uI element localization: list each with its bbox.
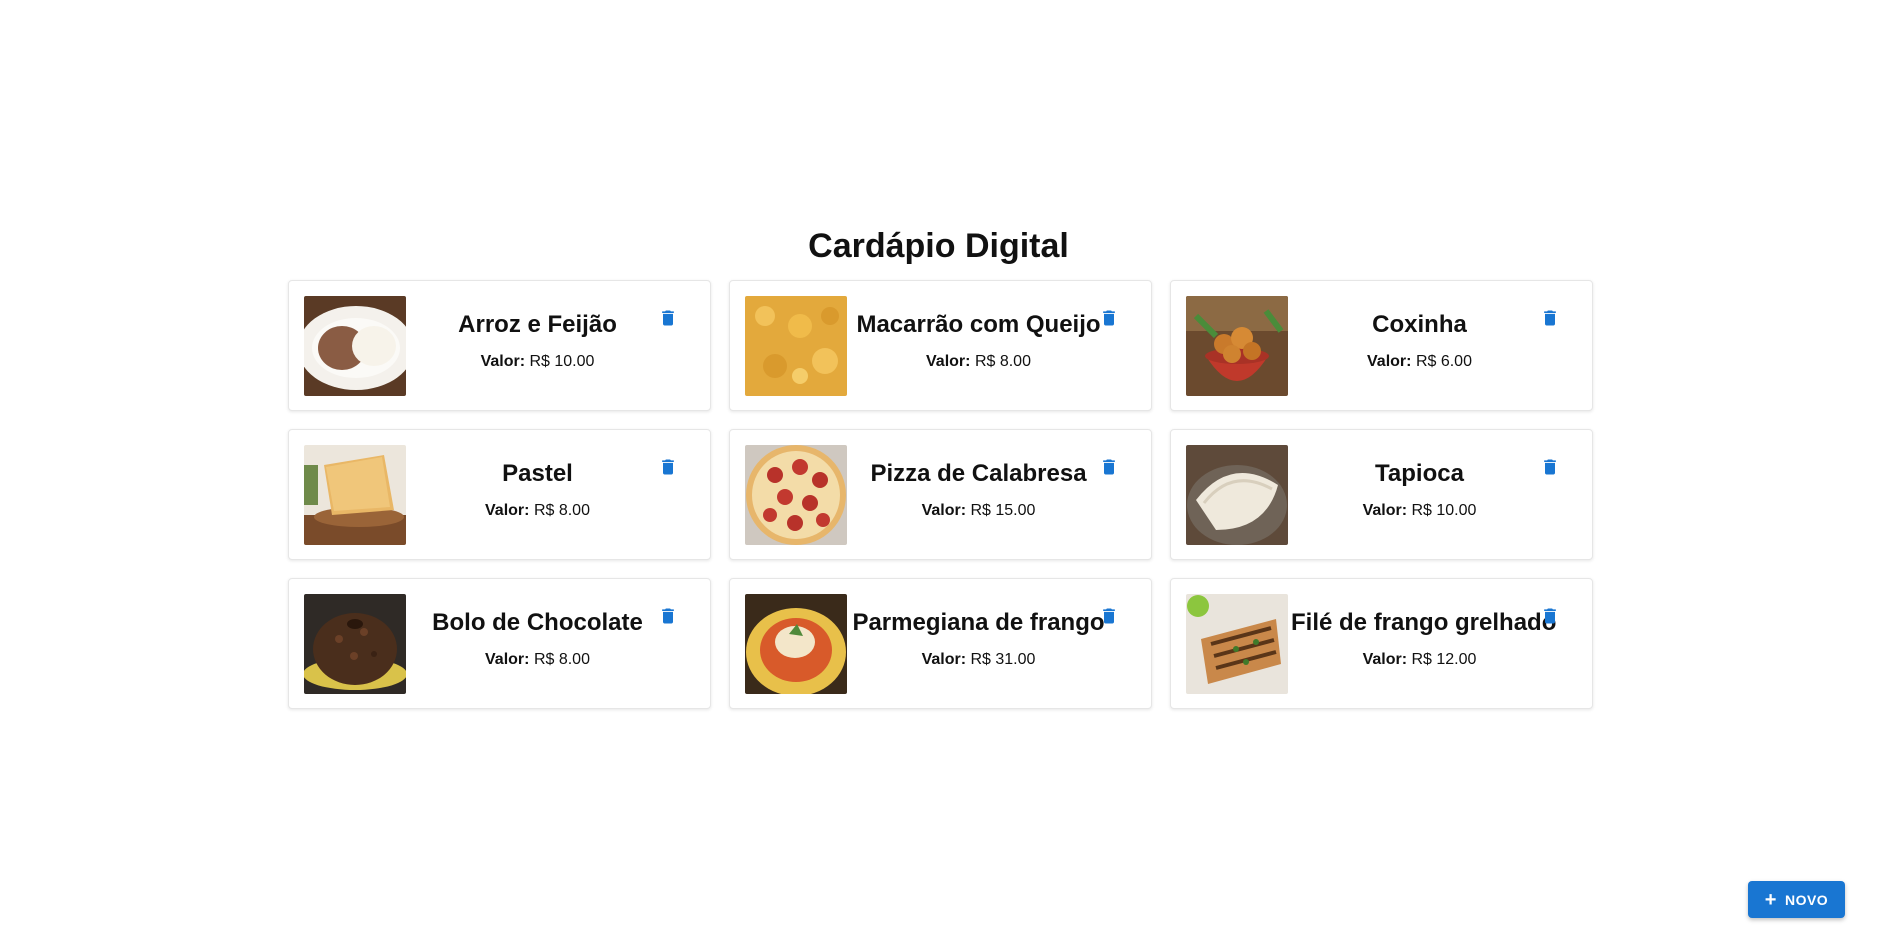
price-label: Valor:	[1362, 502, 1408, 519]
item-name: Bolo de Chocolate	[432, 609, 643, 636]
food-image	[1186, 445, 1288, 545]
price-value: R$ 10.00	[529, 353, 595, 370]
item-info: Coxinha Valor: R$ 6.00	[1291, 310, 1548, 372]
delete-button[interactable]	[658, 604, 678, 628]
price-label: Valor:	[480, 353, 526, 370]
price-label: Valor:	[1367, 353, 1412, 370]
price-value: R$ 8.00	[974, 353, 1031, 370]
price-value: R$ 12.00	[1411, 651, 1477, 668]
menu-card: Pizza de Calabresa Valor: R$ 15.00	[729, 429, 1152, 560]
item-info: Tapioca Valor: R$ 10.00	[1291, 459, 1548, 521]
price-value: R$ 31.00	[970, 651, 1036, 668]
price-label: Valor:	[485, 502, 530, 519]
item-name: Macarrão com Queijo	[856, 311, 1101, 338]
item-info: Pastel Valor: R$ 8.00	[409, 459, 666, 521]
menu-card: Filé de frango grelhado Valor: R$ 12.00	[1170, 578, 1593, 709]
delete-button[interactable]	[658, 455, 678, 479]
delete-button[interactable]	[658, 306, 678, 330]
item-price: Valor: R$ 6.00	[1291, 352, 1548, 372]
item-name: Arroz e Feijão	[458, 311, 617, 338]
item-info: Parmegiana de frango Valor: R$ 31.00	[850, 608, 1107, 670]
price-value: R$ 6.00	[1415, 353, 1472, 370]
page-title: Cardápio Digital	[808, 227, 1069, 265]
page: Cardápio Digital Arroz e Feijão Valor: R…	[0, 0, 1877, 935]
menu-card: Bolo de Chocolate Valor: R$ 8.00	[288, 578, 711, 709]
food-image	[745, 594, 847, 694]
item-name: Pastel	[502, 460, 573, 487]
item-name: Coxinha	[1372, 311, 1467, 338]
food-image	[1186, 594, 1288, 694]
trash-icon	[1103, 310, 1115, 326]
price-label: Valor:	[485, 651, 530, 668]
price-value: R$ 8.00	[533, 502, 590, 519]
delete-button[interactable]	[1540, 604, 1560, 628]
food-image	[304, 445, 406, 545]
new-item-button[interactable]: + NOVO	[1748, 881, 1845, 918]
trash-icon	[662, 608, 674, 624]
item-name: Pizza de Calabresa	[870, 460, 1087, 487]
price-value: R$ 8.00	[533, 651, 590, 668]
item-price: Valor: R$ 12.00	[1291, 650, 1548, 670]
delete-button[interactable]	[1540, 306, 1560, 330]
menu-card: Parmegiana de frango Valor: R$ 31.00	[729, 578, 1152, 709]
menu-card: Coxinha Valor: R$ 6.00	[1170, 280, 1593, 411]
item-price: Valor: R$ 8.00	[409, 650, 666, 670]
item-info: Filé de frango grelhado Valor: R$ 12.00	[1291, 608, 1557, 670]
delete-button[interactable]	[1099, 455, 1119, 479]
trash-icon	[1544, 310, 1556, 326]
food-image	[1186, 296, 1288, 396]
item-info: Macarrão com Queijo Valor: R$ 8.00	[850, 310, 1107, 372]
item-name: Filé de frango grelhado	[1291, 609, 1557, 636]
trash-icon	[662, 310, 674, 326]
item-info: Pizza de Calabresa Valor: R$ 15.00	[850, 459, 1107, 521]
food-image	[745, 445, 847, 545]
trash-icon	[1544, 459, 1556, 475]
item-name: Tapioca	[1375, 460, 1464, 487]
delete-button[interactable]	[1099, 306, 1119, 330]
item-price: Valor: R$ 8.00	[409, 501, 666, 521]
menu-card: Tapioca Valor: R$ 10.00	[1170, 429, 1593, 560]
price-label: Valor:	[921, 651, 967, 668]
price-label: Valor:	[921, 502, 967, 519]
food-image	[745, 296, 847, 396]
trash-icon	[1103, 608, 1115, 624]
price-value: R$ 15.00	[970, 502, 1036, 519]
item-price: Valor: R$ 8.00	[850, 352, 1107, 372]
menu-card: Arroz e Feijão Valor: R$ 10.00	[288, 280, 711, 411]
new-item-label: NOVO	[1784, 891, 1829, 908]
item-price: Valor: R$ 15.00	[850, 501, 1107, 521]
menu-grid: Arroz e Feijão Valor: R$ 10.00 Macarrão …	[288, 280, 1593, 709]
trash-icon	[1544, 608, 1556, 624]
item-name: Parmegiana de frango	[852, 609, 1105, 636]
menu-card: Pastel Valor: R$ 8.00	[288, 429, 711, 560]
item-info: Arroz e Feijão Valor: R$ 10.00	[409, 310, 666, 372]
food-image	[304, 296, 406, 396]
menu-card: Macarrão com Queijo Valor: R$ 8.00	[729, 280, 1152, 411]
item-info: Bolo de Chocolate Valor: R$ 8.00	[409, 608, 666, 670]
food-image	[304, 594, 406, 694]
trash-icon	[662, 459, 674, 475]
trash-icon	[1103, 459, 1115, 475]
plus-icon: +	[1764, 888, 1777, 911]
item-price: Valor: R$ 10.00	[409, 352, 666, 372]
item-price: Valor: R$ 10.00	[1291, 501, 1548, 521]
delete-button[interactable]	[1099, 604, 1119, 628]
price-label: Valor:	[926, 353, 971, 370]
price-value: R$ 10.00	[1411, 502, 1477, 519]
item-price: Valor: R$ 31.00	[850, 650, 1107, 670]
price-label: Valor:	[1362, 651, 1408, 668]
delete-button[interactable]	[1540, 455, 1560, 479]
